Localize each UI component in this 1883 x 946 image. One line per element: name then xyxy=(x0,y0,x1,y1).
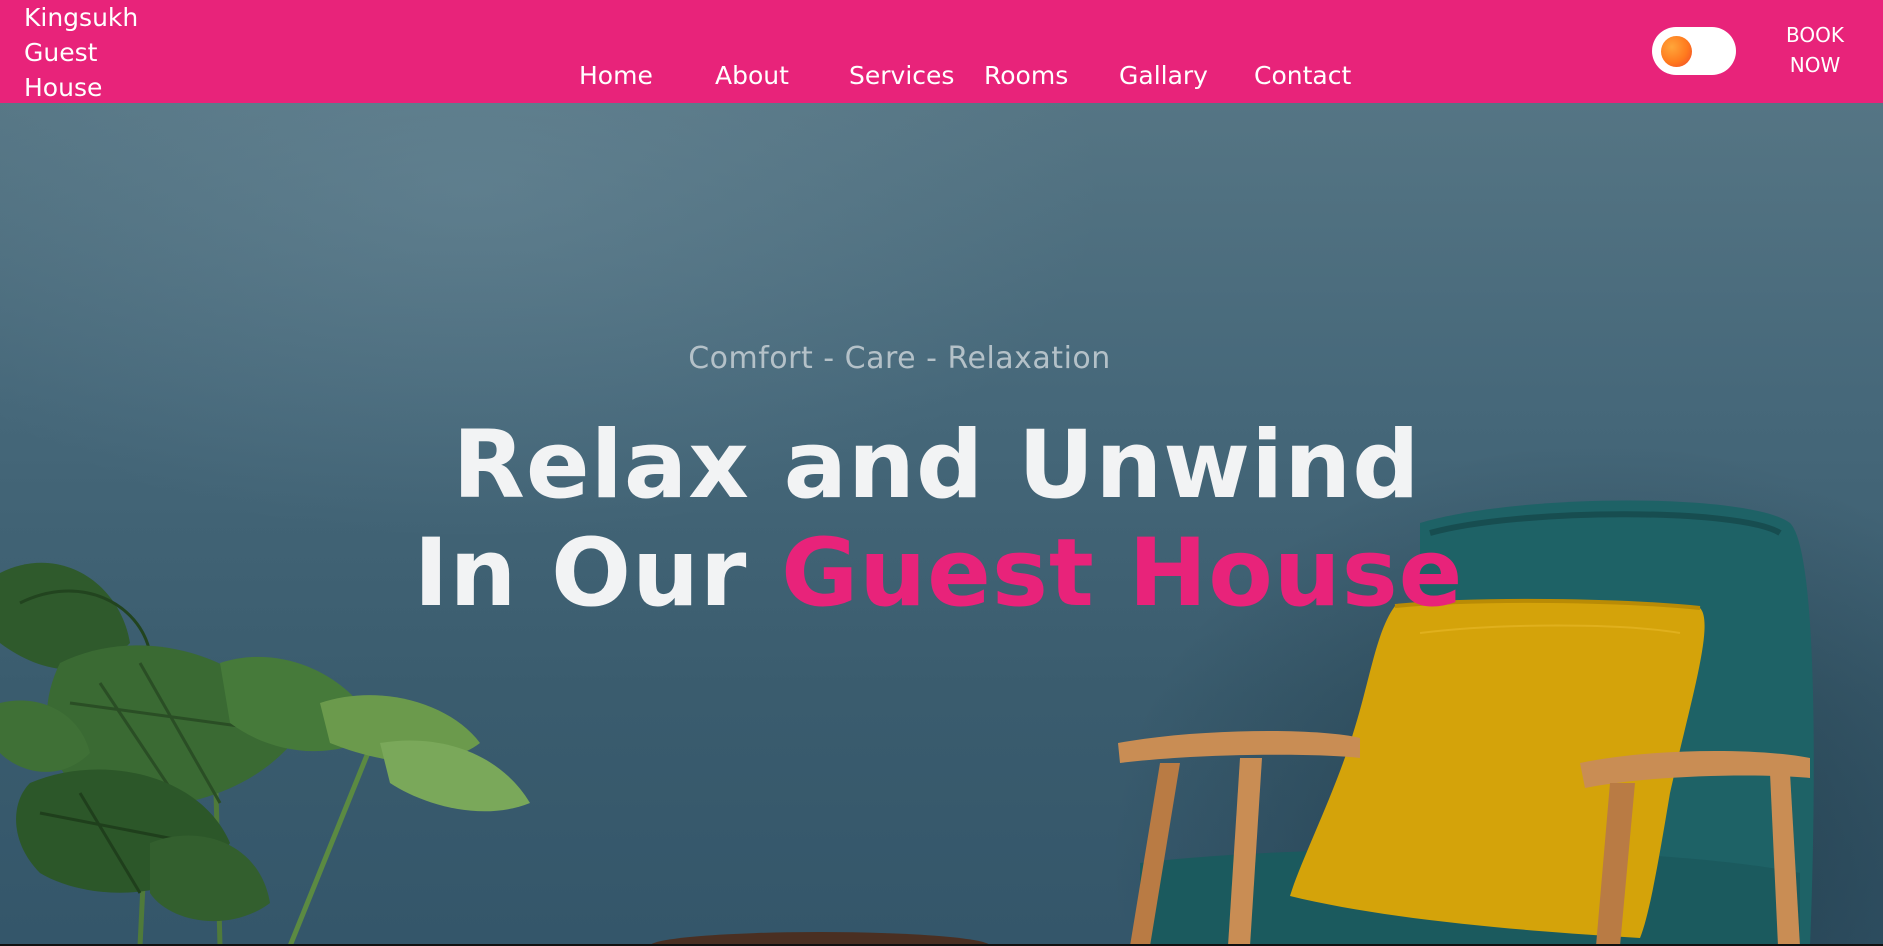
hero-section: Comfort - Care - Relaxation Relax and Un… xyxy=(0,103,1883,946)
hero-tagline: Comfort - Care - Relaxation xyxy=(0,341,1883,376)
hero-headline-plain: In Our xyxy=(413,519,748,628)
book-now-line-2: NOW xyxy=(1789,53,1841,77)
nav-rooms-link[interactable]: Rooms xyxy=(984,58,1068,94)
book-now-button[interactable]: BOOK NOW xyxy=(1770,20,1860,80)
logo-line-1: Kingsukh xyxy=(24,3,139,32)
nav-home-link[interactable]: Home xyxy=(579,58,653,94)
theme-toggle[interactable] xyxy=(1652,27,1736,75)
sun-toggle-icon xyxy=(1661,36,1692,67)
nav-contact-link[interactable]: Contact xyxy=(1254,58,1351,94)
nav-about-link[interactable]: About xyxy=(715,58,789,94)
nav-services-link[interactable]: Services xyxy=(849,58,954,94)
main-nav: Home About Services Rooms Gallary Contac… xyxy=(0,58,1883,94)
hero-tagline-text: Comfort - Care - Relaxation xyxy=(688,341,1111,376)
site-header: Kingsukh Guest House Home About Services… xyxy=(0,0,1883,103)
hero-headline-line-2: In Our Guest House xyxy=(0,513,1880,635)
hero-headline-accent: Guest House xyxy=(781,519,1464,628)
book-now-line-1: BOOK xyxy=(1786,23,1844,47)
hero-headline-line-1: Relax and Unwind xyxy=(452,411,1421,520)
nav-gallary-link[interactable]: Gallary xyxy=(1119,58,1208,94)
